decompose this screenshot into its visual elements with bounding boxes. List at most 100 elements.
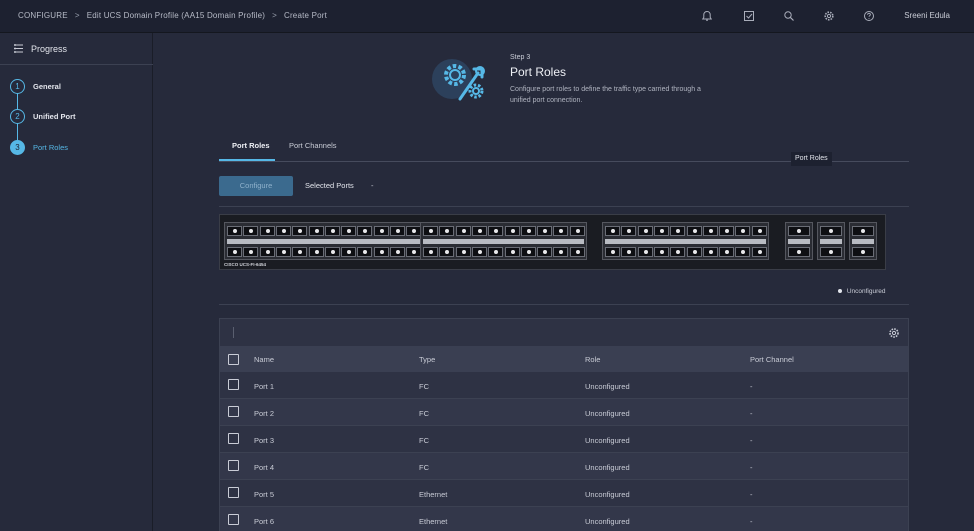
switch-port-14[interactable]	[324, 247, 340, 257]
step-general[interactable]: 1 General	[10, 79, 150, 95]
switch-port-48[interactable]	[621, 247, 637, 257]
switch-port-12[interactable]	[308, 247, 324, 257]
row-checkbox[interactable]	[228, 379, 239, 390]
switch-port-8[interactable]	[275, 247, 291, 257]
switch-port-34[interactable]	[488, 247, 504, 257]
switch-port-30[interactable]	[455, 247, 471, 257]
switch-port-58[interactable]	[702, 247, 718, 257]
bell-icon[interactable]	[701, 10, 713, 22]
row-checkbox[interactable]	[228, 460, 239, 471]
switch-port-51[interactable]	[653, 226, 669, 236]
checklist-icon[interactable]	[743, 10, 755, 22]
switch-port-6[interactable]	[259, 247, 275, 257]
switch-port-25[interactable]	[423, 226, 438, 236]
switch-port-16[interactable]	[341, 247, 357, 257]
select-all-checkbox[interactable]	[228, 354, 239, 365]
configure-button[interactable]: Configure	[219, 176, 293, 196]
user-name[interactable]: Sreeni Edula	[904, 11, 950, 20]
switch-port-21[interactable]	[390, 226, 405, 236]
switch-port-1[interactable]	[227, 226, 242, 236]
switch-port-33[interactable]	[488, 226, 504, 236]
switch-port-36[interactable]	[504, 247, 520, 257]
switch-port-54[interactable]	[670, 247, 686, 257]
step-unified-port[interactable]: 2 Unified Port	[10, 109, 150, 125]
switch-port-28[interactable]	[439, 247, 455, 257]
switch-port-64[interactable]	[751, 247, 767, 257]
column-header-type[interactable]: Type	[419, 355, 435, 364]
search-icon[interactable]	[783, 10, 795, 22]
breadcrumb-item-configure[interactable]: CONFIGURE	[18, 11, 68, 20]
row-checkbox[interactable]	[228, 487, 239, 498]
uplink-port-4[interactable]	[820, 247, 842, 257]
column-header-port-channel[interactable]: Port Channel	[750, 355, 794, 364]
switch-port-63[interactable]	[751, 226, 767, 236]
switch-port-44[interactable]	[569, 247, 585, 257]
switch-port-50[interactable]	[637, 247, 653, 257]
breadcrumb-item-edit-profile[interactable]: Edit UCS Domain Profile (AA15 Domain Pro…	[87, 11, 265, 20]
table-settings-icon[interactable]	[888, 327, 900, 339]
uplink-port-3[interactable]	[820, 226, 842, 236]
switch-port-27[interactable]	[439, 226, 455, 236]
switch-port-7[interactable]	[275, 226, 291, 236]
table-row[interactable]: Port 6 Ethernet Unconfigured -	[220, 507, 908, 531]
uplink-port-2[interactable]	[788, 247, 810, 257]
table-row[interactable]: Port 5 Ethernet Unconfigured -	[220, 480, 908, 507]
uplink-port-6[interactable]	[852, 247, 874, 257]
switch-port-5[interactable]	[259, 226, 275, 236]
switch-port-62[interactable]	[735, 247, 751, 257]
switch-port-2[interactable]	[227, 247, 242, 257]
uplink-port-1[interactable]	[788, 226, 810, 236]
switch-port-13[interactable]	[324, 226, 340, 236]
uplink-port-5[interactable]	[852, 226, 874, 236]
switch-port-20[interactable]	[373, 247, 389, 257]
switch-port-4[interactable]	[243, 247, 259, 257]
switch-port-9[interactable]	[292, 226, 308, 236]
switch-port-60[interactable]	[719, 247, 735, 257]
switch-port-49[interactable]	[637, 226, 653, 236]
switch-port-38[interactable]	[520, 247, 536, 257]
tab-port-channels[interactable]: Port Channels	[289, 141, 337, 150]
switch-port-41[interactable]	[553, 226, 569, 236]
row-checkbox[interactable]	[228, 433, 239, 444]
switch-port-57[interactable]	[702, 226, 718, 236]
switch-port-61[interactable]	[735, 226, 751, 236]
table-row[interactable]: Port 4 FC Unconfigured -	[220, 453, 908, 480]
switch-port-53[interactable]	[670, 226, 686, 236]
column-header-name[interactable]: Name	[254, 355, 274, 364]
switch-port-56[interactable]	[686, 247, 702, 257]
switch-port-47[interactable]	[621, 226, 637, 236]
switch-port-42[interactable]	[553, 247, 569, 257]
switch-port-35[interactable]	[504, 226, 520, 236]
switch-port-39[interactable]	[537, 226, 553, 236]
switch-port-45[interactable]	[605, 226, 620, 236]
row-checkbox[interactable]	[228, 406, 239, 417]
switch-port-37[interactable]	[520, 226, 536, 236]
switch-port-40[interactable]	[537, 247, 553, 257]
tab-port-roles[interactable]: Port Roles	[232, 141, 270, 150]
switch-port-32[interactable]	[471, 247, 487, 257]
column-header-role[interactable]: Role	[585, 355, 600, 364]
switch-port-52[interactable]	[653, 247, 669, 257]
step-port-roles[interactable]: 3 Port Roles	[10, 140, 150, 156]
switch-port-29[interactable]	[455, 226, 471, 236]
switch-port-10[interactable]	[292, 247, 308, 257]
switch-port-22[interactable]	[390, 247, 405, 257]
help-icon[interactable]	[863, 10, 875, 22]
table-row[interactable]: Port 1 FC Unconfigured -	[220, 372, 908, 399]
switch-port-26[interactable]	[423, 247, 438, 257]
switch-port-11[interactable]	[308, 226, 324, 236]
switch-port-46[interactable]	[605, 247, 620, 257]
switch-port-59[interactable]	[719, 226, 735, 236]
table-row[interactable]: Port 3 FC Unconfigured -	[220, 426, 908, 453]
switch-port-15[interactable]	[341, 226, 357, 236]
switch-port-55[interactable]	[686, 226, 702, 236]
switch-port-3[interactable]	[243, 226, 259, 236]
switch-port-31[interactable]	[471, 226, 487, 236]
gear-icon[interactable]	[823, 10, 835, 22]
switch-port-18[interactable]	[357, 247, 373, 257]
row-checkbox[interactable]	[228, 514, 239, 525]
switch-port-19[interactable]	[373, 226, 389, 236]
switch-port-43[interactable]	[569, 226, 585, 236]
table-row[interactable]: Port 2 FC Unconfigured -	[220, 399, 908, 426]
switch-port-17[interactable]	[357, 226, 373, 236]
